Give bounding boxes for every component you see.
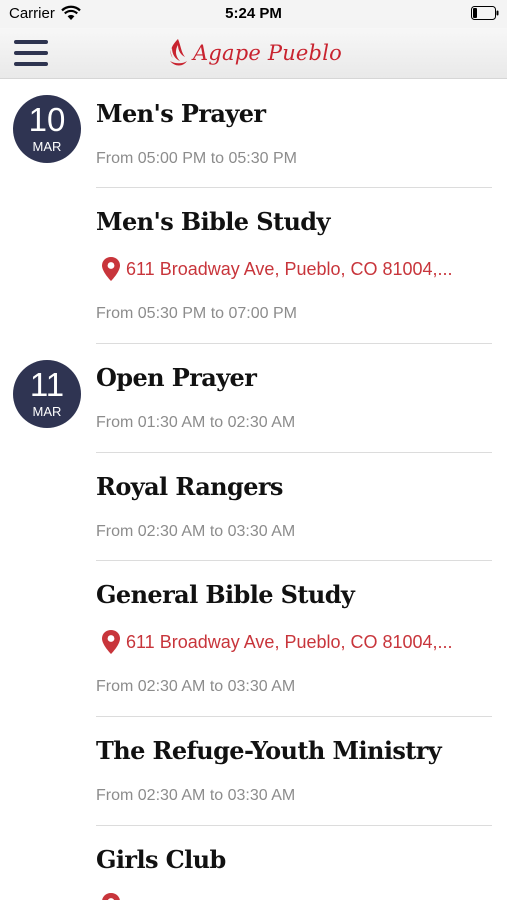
navigation-bar: Agape Pueblo bbox=[0, 28, 507, 79]
event-item[interactable]: Girls Club bbox=[96, 826, 492, 900]
status-bar: Carrier 5:24 PM bbox=[0, 0, 507, 28]
event-item[interactable]: Men's Prayer From 05:00 PM to 05:30 PM bbox=[96, 79, 492, 188]
event-time: From 01:30 AM to 02:30 AM bbox=[96, 414, 296, 431]
event-title: Men's Bible Study bbox=[96, 207, 330, 236]
event-item[interactable]: Men's Bible Study 611 Broadway Ave, Pueb… bbox=[96, 188, 492, 344]
event-item[interactable]: General Bible Study 611 Broadway Ave, Pu… bbox=[96, 561, 492, 717]
location-text: 611 Broadway Ave, Pueblo, CO 81004,... bbox=[126, 258, 453, 279]
event-item[interactable]: Open Prayer From 01:30 AM to 02:30 AM bbox=[96, 344, 492, 453]
event-time: From 02:30 AM to 03:30 AM bbox=[96, 523, 296, 540]
event-item[interactable]: Royal Rangers From 02:30 AM to 03:30 AM bbox=[96, 453, 492, 561]
date-day: 10 bbox=[28, 101, 66, 138]
date-day: 11 bbox=[29, 366, 65, 403]
map-pin-icon bbox=[102, 893, 120, 900]
date-badge: 11 MAR bbox=[13, 360, 81, 428]
event-location[interactable]: 611 Broadway Ave, Pueblo, CO 81004,... bbox=[96, 256, 490, 282]
event-time: From 02:30 AM to 03:30 AM bbox=[96, 787, 296, 804]
map-pin-icon bbox=[102, 630, 120, 654]
event-time: From 02:30 AM to 03:30 AM bbox=[96, 678, 296, 695]
status-time: 5:24 PM bbox=[225, 5, 282, 22]
event-title: Royal Rangers bbox=[96, 472, 283, 501]
hamburger-menu-button[interactable] bbox=[14, 40, 48, 66]
event-time: From 05:30 PM to 07:00 PM bbox=[96, 305, 297, 322]
event-item[interactable]: The Refuge-Youth Ministry From 02:30 AM … bbox=[96, 717, 492, 826]
date-month: MAR bbox=[32, 404, 62, 419]
event-title: Open Prayer bbox=[96, 363, 257, 392]
event-location[interactable]: 611 Broadway Ave, Pueblo, CO 81004,... bbox=[96, 629, 490, 655]
flame-logo-icon bbox=[170, 39, 187, 66]
date-month: MAR bbox=[32, 139, 62, 154]
event-location[interactable] bbox=[96, 892, 122, 900]
hamburger-icon bbox=[14, 40, 48, 44]
event-title: The Refuge-Youth Ministry bbox=[96, 736, 442, 765]
event-title: Men's Prayer bbox=[96, 99, 266, 128]
app-logo: Agape Pueblo bbox=[166, 35, 342, 71]
event-title: Girls Club bbox=[96, 845, 226, 874]
logo-text: Agape Pueblo bbox=[193, 41, 342, 65]
location-text: 611 Broadway Ave, Pueblo, CO 81004,... bbox=[126, 631, 453, 652]
battery-icon bbox=[471, 6, 499, 20]
map-pin-icon bbox=[102, 257, 120, 281]
date-badge: 10 MAR bbox=[13, 95, 81, 163]
event-title: General Bible Study bbox=[96, 580, 355, 609]
event-time: From 05:00 PM to 05:30 PM bbox=[96, 150, 297, 167]
